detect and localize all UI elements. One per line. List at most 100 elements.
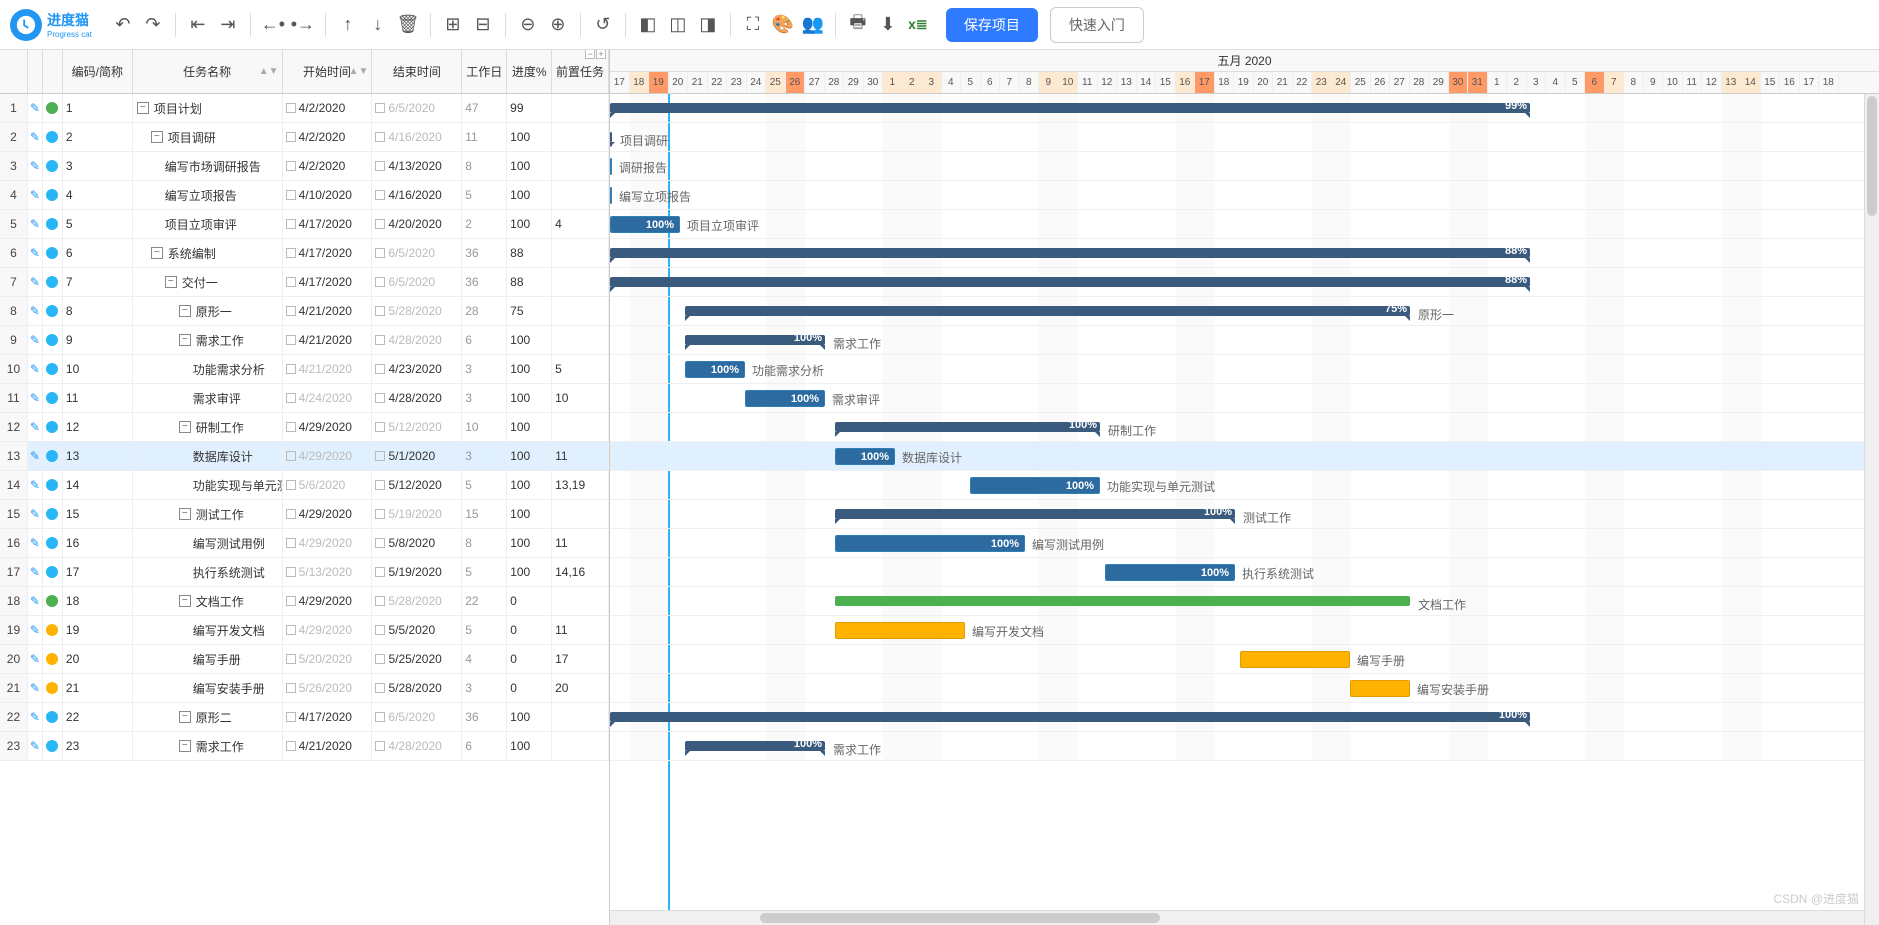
cell-end-date[interactable]: 4/28/2020 bbox=[372, 384, 462, 412]
tree-toggle-icon[interactable]: − bbox=[165, 276, 177, 288]
cell-start-date[interactable]: 4/17/2020 bbox=[283, 239, 373, 267]
cell-name[interactable]: − 需求工作 bbox=[133, 326, 283, 354]
cell-predecessors[interactable] bbox=[552, 500, 609, 528]
edit-icon[interactable]: ✎ bbox=[28, 529, 43, 557]
cell-days[interactable]: 8 bbox=[462, 152, 507, 180]
table-row[interactable]: 11 ✎ 11 需求审评 4/24/2020 4/28/2020 3 100 1… bbox=[0, 384, 609, 413]
gantt-row[interactable]: 75%原形一 bbox=[610, 297, 1879, 326]
gantt-bar[interactable]: 编写开发文档 bbox=[835, 622, 965, 639]
table-row[interactable]: 17 ✎ 17 执行系统测试 5/13/2020 5/19/2020 5 100… bbox=[0, 558, 609, 587]
cell-progress[interactable]: 100 bbox=[507, 210, 552, 238]
cell-start-date[interactable]: 4/2/2020 bbox=[283, 152, 373, 180]
gantt-row[interactable]: 88% bbox=[610, 268, 1879, 297]
gantt-row[interactable]: 编写开发文档 bbox=[610, 616, 1879, 645]
gantt-row[interactable]: 100%功能实现与单元测试 bbox=[610, 471, 1879, 500]
cell-start-date[interactable]: 5/26/2020 bbox=[283, 674, 373, 702]
cell-days[interactable]: 10 bbox=[462, 413, 507, 441]
cell-days[interactable]: 3 bbox=[462, 384, 507, 412]
gantt-row[interactable]: 编写安装手册 bbox=[610, 674, 1879, 703]
gantt-row[interactable]: 100%编写测试用例 bbox=[610, 529, 1879, 558]
cell-code[interactable]: 19 bbox=[63, 616, 133, 644]
cell-predecessors[interactable] bbox=[552, 326, 609, 354]
cell-end-date[interactable]: 4/28/2020 bbox=[372, 326, 462, 354]
cell-predecessors[interactable]: 10 bbox=[552, 384, 609, 412]
edit-icon[interactable]: ✎ bbox=[28, 558, 43, 586]
cell-days[interactable]: 28 bbox=[462, 297, 507, 325]
cell-name[interactable]: 编写安装手册 bbox=[133, 674, 283, 702]
table-row[interactable]: 6 ✎ 6 − 系统编制 4/17/2020 6/5/2020 36 88 bbox=[0, 239, 609, 268]
cell-code[interactable]: 11 bbox=[63, 384, 133, 412]
table-row[interactable]: 2 ✎ 2 − 项目调研 4/2/2020 4/16/2020 11 100 bbox=[0, 123, 609, 152]
edit-icon[interactable]: ✎ bbox=[28, 355, 43, 383]
tree-toggle-icon[interactable]: − bbox=[151, 247, 163, 259]
cell-predecessors[interactable]: 11 bbox=[552, 529, 609, 557]
cell-progress[interactable]: 75 bbox=[507, 297, 552, 325]
edit-icon[interactable]: ✎ bbox=[28, 94, 43, 122]
cell-code[interactable]: 14 bbox=[63, 471, 133, 499]
cell-days[interactable]: 5 bbox=[462, 181, 507, 209]
edit-icon[interactable]: ✎ bbox=[28, 123, 43, 151]
scrollbar-thumb[interactable] bbox=[760, 913, 1160, 923]
cell-end-date[interactable]: 5/12/2020 bbox=[372, 471, 462, 499]
cell-name[interactable]: 编写手册 bbox=[133, 645, 283, 673]
cell-end-date[interactable]: 4/16/2020 bbox=[372, 123, 462, 151]
cell-start-date[interactable]: 4/17/2020 bbox=[283, 703, 373, 731]
cell-end-date[interactable]: 5/19/2020 bbox=[372, 558, 462, 586]
cell-predecessors[interactable]: 17 bbox=[552, 645, 609, 673]
cell-start-date[interactable]: 4/29/2020 bbox=[283, 616, 373, 644]
cell-predecessors[interactable] bbox=[552, 94, 609, 122]
cell-code[interactable]: 12 bbox=[63, 413, 133, 441]
col-end[interactable]: 结束时间 bbox=[372, 50, 462, 93]
cell-start-date[interactable]: 4/21/2020 bbox=[283, 732, 373, 760]
gantt-bar[interactable]: 文档工作 bbox=[835, 596, 1410, 606]
save-project-button[interactable]: 保存项目 bbox=[946, 8, 1038, 42]
cell-days[interactable]: 8 bbox=[462, 529, 507, 557]
cell-start-date[interactable]: 4/29/2020 bbox=[283, 500, 373, 528]
cell-start-date[interactable]: 4/2/2020 bbox=[283, 94, 373, 122]
cell-days[interactable]: 36 bbox=[462, 703, 507, 731]
cell-name[interactable]: − 项目计划 bbox=[133, 94, 283, 122]
cell-days[interactable]: 6 bbox=[462, 732, 507, 760]
tree-toggle-icon[interactable]: − bbox=[179, 421, 191, 433]
cell-start-date[interactable]: 4/17/2020 bbox=[283, 210, 373, 238]
cell-progress[interactable]: 100 bbox=[507, 413, 552, 441]
cell-progress[interactable]: 100 bbox=[507, 500, 552, 528]
cell-name[interactable]: 编写测试用例 bbox=[133, 529, 283, 557]
cell-code[interactable]: 6 bbox=[63, 239, 133, 267]
col-days[interactable]: 工作日 bbox=[462, 50, 507, 93]
cell-end-date[interactable]: 5/5/2020 bbox=[372, 616, 462, 644]
cell-start-date[interactable]: 5/6/2020 bbox=[283, 471, 373, 499]
table-row[interactable]: 12 ✎ 12 − 研制工作 4/29/2020 5/12/2020 10 10… bbox=[0, 413, 609, 442]
cell-end-date[interactable]: 5/28/2020 bbox=[372, 674, 462, 702]
gantt-bar[interactable]: 编写立项报告 bbox=[610, 187, 612, 204]
tree-toggle-icon[interactable]: − bbox=[151, 131, 163, 143]
table-row[interactable]: 21 ✎ 21 编写安装手册 5/26/2020 5/28/2020 3 0 2… bbox=[0, 674, 609, 703]
move-down-icon[interactable]: ↓ bbox=[364, 11, 392, 39]
cell-end-date[interactable]: 6/5/2020 bbox=[372, 239, 462, 267]
table-row[interactable]: 20 ✎ 20 编写手册 5/20/2020 5/25/2020 4 0 17 bbox=[0, 645, 609, 674]
cell-progress[interactable]: 99 bbox=[507, 94, 552, 122]
gantt-row[interactable]: 项目调研 bbox=[610, 123, 1879, 152]
gantt-row[interactable]: 100%需求工作 bbox=[610, 732, 1879, 761]
tree-toggle-icon[interactable]: − bbox=[137, 102, 149, 114]
tree-toggle-icon[interactable]: − bbox=[179, 740, 191, 752]
grid-body[interactable]: 1 ✎ 1 − 项目计划 4/2/2020 6/5/2020 47 99 2 ✎… bbox=[0, 94, 609, 925]
table-row[interactable]: 19 ✎ 19 编写开发文档 4/29/2020 5/5/2020 5 0 11 bbox=[0, 616, 609, 645]
cell-progress[interactable]: 100 bbox=[507, 732, 552, 760]
cell-name[interactable]: 执行系统测试 bbox=[133, 558, 283, 586]
gantt-bar[interactable]: 100%需求工作 bbox=[685, 335, 825, 345]
tree-toggle-icon[interactable]: − bbox=[179, 595, 191, 607]
cell-end-date[interactable]: 4/20/2020 bbox=[372, 210, 462, 238]
cell-progress[interactable]: 100 bbox=[507, 529, 552, 557]
gantt-bar[interactable]: 100%数据库设计 bbox=[835, 448, 895, 465]
gantt-bar[interactable]: 调研报告 bbox=[610, 158, 612, 175]
gantt-row[interactable]: 文档工作 bbox=[610, 587, 1879, 616]
cell-days[interactable]: 47 bbox=[462, 94, 507, 122]
cell-end-date[interactable]: 5/28/2020 bbox=[372, 587, 462, 615]
gantt-row[interactable]: 100%项目立项审评 bbox=[610, 210, 1879, 239]
gantt-bar[interactable]: 75%原形一 bbox=[685, 306, 1410, 316]
edit-icon[interactable]: ✎ bbox=[28, 268, 43, 296]
gantt-bar[interactable]: 100%需求工作 bbox=[685, 741, 825, 751]
gantt-row[interactable]: 100%研制工作 bbox=[610, 413, 1879, 442]
vertical-scrollbar[interactable] bbox=[1864, 94, 1879, 925]
